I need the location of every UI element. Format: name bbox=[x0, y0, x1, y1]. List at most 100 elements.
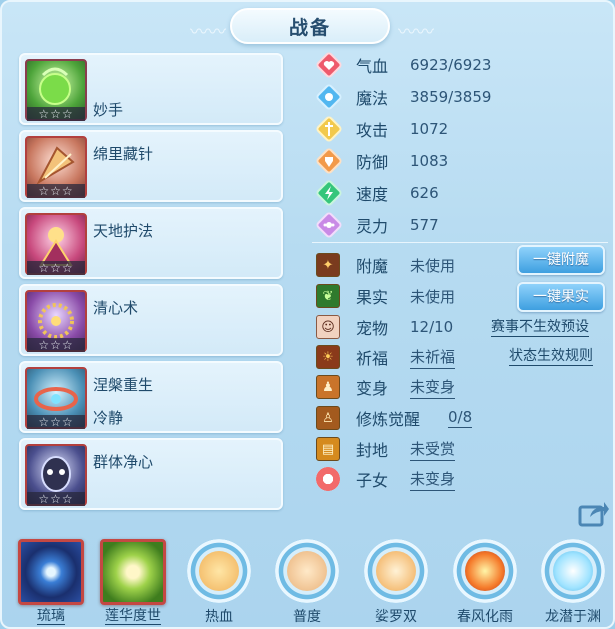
stat-label-mp: 魔法 bbox=[356, 89, 389, 108]
share-icon[interactable] bbox=[578, 499, 610, 527]
skill-name-4: 清心术 bbox=[93, 299, 139, 317]
cultivation-icon: ♙ bbox=[316, 406, 340, 430]
sala-twin-icon bbox=[364, 539, 428, 603]
stat-row-mp: 魔法 3859/3859 bbox=[316, 84, 491, 110]
skill-stars-5: ☆☆☆ bbox=[27, 415, 85, 429]
bottom-label-5: 娑罗双 bbox=[375, 609, 417, 625]
title-plaque: 战备 bbox=[230, 8, 390, 44]
attr-value-pet: 12/10 bbox=[410, 318, 454, 336]
bottom-slot-2[interactable]: 莲华度世 bbox=[98, 539, 168, 627]
bottom-slot-5[interactable]: 娑罗双 bbox=[361, 539, 431, 627]
shield-icon bbox=[316, 148, 342, 174]
stat-value-hp: 6923/6923 bbox=[410, 56, 492, 74]
stat-row-spirit: 灵力 577 bbox=[316, 212, 439, 238]
attr-row-pet: ☺ 宠物 12/10 bbox=[316, 314, 453, 340]
attr-value-children[interactable]: 未变身 bbox=[410, 468, 456, 491]
enchant-icon: ✦ bbox=[316, 253, 340, 277]
skill-card-5[interactable]: ☆☆☆ 涅槃重生 冷静 bbox=[19, 361, 283, 433]
stat-row-hp: 气血 6923/6923 bbox=[316, 52, 491, 78]
skill-name-5: 涅槃重生 bbox=[93, 376, 154, 394]
attr-value-fruit: 未使用 bbox=[410, 287, 456, 306]
pet-portrait-icon: ☺ bbox=[316, 315, 340, 339]
bottom-slot-3[interactable]: 热血 bbox=[184, 539, 254, 627]
skill-sub-5: 冷静 bbox=[93, 409, 124, 427]
spirit-icon bbox=[316, 212, 342, 238]
bottom-label-3: 热血 bbox=[205, 609, 233, 625]
attr-label-enchant: 附魔 bbox=[356, 257, 389, 276]
skill-sub-1: 妙手 bbox=[93, 101, 124, 119]
stat-row-attack: 攻击 1072 bbox=[316, 116, 448, 142]
attr-label-cultivation: 修炼觉醒 bbox=[356, 410, 421, 429]
attr-row-cultivation: ♙ 修炼觉醒 0/8 bbox=[316, 405, 473, 431]
skill-card-4[interactable]: ☆☆☆ 清心术 bbox=[19, 284, 283, 356]
stat-label-hp: 气血 bbox=[356, 57, 389, 76]
skill-stars-4: ☆☆☆ bbox=[27, 338, 85, 352]
skill-stars-1: ☆☆☆ bbox=[27, 107, 85, 121]
rules-link[interactable]: 状态生效规则 bbox=[509, 347, 593, 366]
skill-stars-2: ☆☆☆ bbox=[27, 184, 85, 198]
skill-card-6[interactable]: ☆☆☆ 群体净心 bbox=[19, 438, 283, 510]
mana-icon bbox=[316, 84, 342, 110]
fruit-icon: ❦ bbox=[316, 284, 340, 308]
stat-value-speed: 626 bbox=[410, 184, 439, 202]
dragon-abyss-icon bbox=[541, 539, 605, 603]
bottom-slot-1[interactable]: 琉璃 bbox=[16, 539, 86, 627]
title-right-ornament: 〰〰 bbox=[398, 22, 434, 43]
stat-label-spirit: 灵力 bbox=[356, 217, 389, 236]
bottom-slot-6[interactable]: 春风化雨 bbox=[450, 539, 520, 627]
children-icon bbox=[316, 467, 340, 491]
attr-label-children: 子女 bbox=[356, 471, 389, 490]
skill-card-1[interactable]: ☆☆☆ 妙手 bbox=[19, 53, 283, 125]
attr-value-enchant: 未使用 bbox=[410, 256, 456, 275]
stat-value-defense: 1083 bbox=[410, 152, 449, 170]
one-click-enchant-button[interactable]: 一键附魔 bbox=[517, 245, 605, 275]
stat-label-speed: 速度 bbox=[356, 185, 389, 204]
preset-link[interactable]: 赛事不生效预设 bbox=[491, 318, 589, 337]
battle-prep-panel: 〰〰 〰〰 战备 ☆☆☆ 妙手 ☆☆☆ 绵里藏针 ☆☆☆ 天地护法 ☆☆☆ 清心… bbox=[0, 0, 615, 629]
bottom-slot-7[interactable]: 龙潜于渊 bbox=[538, 539, 608, 627]
attr-value-cultivation[interactable]: 0/8 bbox=[448, 408, 473, 428]
stat-value-mp: 3859/3859 bbox=[410, 88, 492, 106]
attr-label-blessing: 祈福 bbox=[356, 349, 389, 368]
stat-value-spirit: 577 bbox=[410, 216, 439, 234]
title-left-ornament: 〰〰 bbox=[190, 22, 226, 43]
bottom-label-2: 莲华度世 bbox=[105, 608, 161, 625]
attr-row-blessing: ☀ 祈福 未祈福 bbox=[316, 344, 456, 370]
skill-name-2: 绵里藏针 bbox=[93, 145, 154, 163]
skill-stars-3: ☆☆☆ bbox=[27, 261, 85, 275]
one-click-fruit-button[interactable]: 一键果实 bbox=[517, 282, 605, 312]
attr-label-pet: 宠物 bbox=[356, 319, 389, 338]
universal-salvation-icon bbox=[275, 539, 339, 603]
stat-value-attack: 1072 bbox=[410, 120, 449, 138]
skill-name-6: 群体净心 bbox=[93, 453, 154, 471]
page-title: 战备 bbox=[288, 16, 331, 39]
divider bbox=[312, 242, 608, 243]
attr-row-children: 子女 未变身 bbox=[316, 466, 456, 492]
attr-label-fruit: 果实 bbox=[356, 288, 389, 307]
skill-card-2[interactable]: ☆☆☆ 绵里藏针 bbox=[19, 130, 283, 202]
attr-row-transform: ♟ 变身 未变身 bbox=[316, 374, 456, 400]
skill-name-3: 天地护法 bbox=[93, 222, 154, 240]
bottom-label-6: 春风化雨 bbox=[457, 609, 513, 625]
stat-row-speed: 速度 626 bbox=[316, 180, 439, 206]
fief-icon: ▤ bbox=[316, 437, 340, 461]
attr-value-fief[interactable]: 未受赏 bbox=[410, 438, 456, 461]
spring-breeze-icon bbox=[453, 539, 517, 603]
attr-row-fruit: ❦ 果实 未使用 bbox=[316, 283, 455, 309]
stat-label-attack: 攻击 bbox=[356, 121, 389, 140]
lotus-hand-icon bbox=[100, 539, 166, 605]
skill-card-3[interactable]: ☆☆☆ 天地护法 bbox=[19, 207, 283, 279]
skill-stars-6: ☆☆☆ bbox=[27, 492, 85, 506]
attr-value-transform[interactable]: 未变身 bbox=[410, 376, 456, 399]
attr-row-enchant: ✦ 附魔 未使用 bbox=[316, 252, 455, 278]
bottom-slot-4[interactable]: 普度 bbox=[272, 539, 342, 627]
attr-label-fief: 封地 bbox=[356, 441, 389, 460]
heart-icon bbox=[316, 52, 342, 78]
bottom-label-1: 琉璃 bbox=[37, 608, 65, 625]
speed-icon bbox=[316, 180, 342, 206]
glass-orb-icon bbox=[18, 539, 84, 605]
attr-label-transform: 变身 bbox=[356, 379, 389, 398]
attr-value-blessing[interactable]: 未祈福 bbox=[410, 346, 456, 369]
stat-label-defense: 防御 bbox=[356, 153, 389, 172]
transform-icon: ♟ bbox=[316, 375, 340, 399]
